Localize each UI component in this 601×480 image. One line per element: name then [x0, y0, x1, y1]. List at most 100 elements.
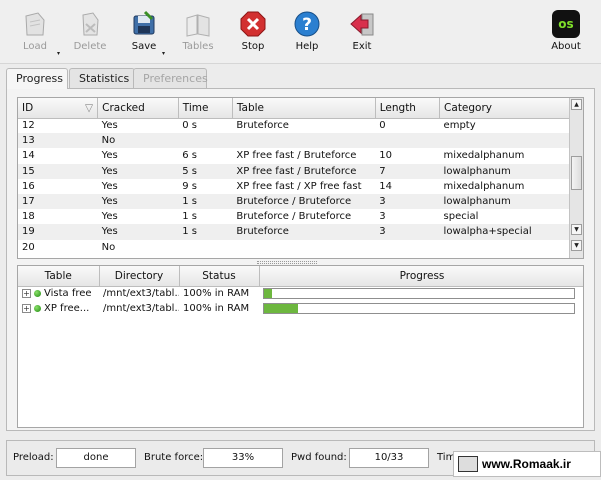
progress-bar	[263, 303, 575, 315]
save-icon	[130, 10, 158, 38]
cell-status: 100% in RAM	[183, 288, 250, 300]
cell-table: + XP free...	[18, 301, 99, 316]
progress-bar	[263, 288, 575, 300]
table-row[interactable]: 18 Yes 1 s Bruteforce / Bruteforce 3 spe…	[18, 209, 583, 224]
cell-progress	[259, 286, 583, 301]
col-header-progress[interactable]: Progress	[259, 266, 583, 287]
tables-progress-header: Table Directory Status Progress	[18, 266, 583, 287]
load-button[interactable]: Load ▾	[8, 6, 62, 60]
cell-length: 10	[379, 150, 392, 162]
cell-length: 7	[375, 163, 440, 179]
scroll-down-arrow-icon[interactable]: ▼	[571, 224, 582, 235]
exit-button[interactable]: Exit	[335, 6, 389, 60]
table-row[interactable]: 16 Yes 9 s XP free fast / XP free fast 1…	[18, 179, 583, 194]
scroll-up-arrow-icon[interactable]: ▲	[571, 99, 582, 110]
table-row[interactable]: 20 No	[18, 240, 583, 255]
table-row[interactable]: 13 No	[18, 133, 583, 149]
col-header-directory[interactable]: Directory	[99, 266, 180, 287]
cell-category: mixedalphanum	[443, 180, 525, 192]
cell-length: 3	[379, 211, 386, 223]
cell-time: 1 s	[178, 224, 233, 240]
about-button[interactable]: os About	[539, 6, 593, 60]
help-label: Help	[295, 41, 319, 52]
scrollbar-thumb[interactable]	[571, 156, 582, 190]
watermark-logo-icon	[458, 456, 478, 472]
table-row[interactable]: + XP free... /mnt/ext3/tabl... 100% in R…	[18, 301, 583, 316]
cell-length: 3	[375, 193, 440, 210]
cell-id: 13	[18, 133, 98, 149]
splitter-handle[interactable]	[257, 261, 317, 264]
cell-category: empty	[443, 120, 476, 132]
load-dropdown-arrow-icon[interactable]: ▾	[57, 50, 60, 57]
cell-cracked: No	[101, 241, 116, 253]
cell-directory: /mnt/ext3/tabl...	[103, 288, 179, 300]
cell-table: Bruteforce / Bruteforce	[236, 211, 352, 223]
save-dropdown-arrow-icon[interactable]: ▾	[162, 50, 165, 57]
tab-preferences[interactable]: Preferences	[133, 68, 208, 88]
about-logo-icon: os	[552, 10, 580, 38]
table-row[interactable]: 15 Yes 5 s XP free fast / Bruteforce 7 l…	[18, 163, 583, 179]
expand-icon[interactable]: +	[22, 304, 31, 314]
cell-id: 18	[22, 211, 35, 223]
delete-button[interactable]: Delete	[63, 6, 117, 60]
col-header-time[interactable]: Time	[178, 98, 233, 119]
about-label: About	[551, 41, 581, 52]
table-name: Vista free	[44, 288, 92, 300]
col-header-status[interactable]: Status	[179, 266, 260, 287]
tab-statistics[interactable]: Statistics	[69, 68, 135, 88]
cell-time: 0 s	[182, 120, 198, 132]
cell-table: Bruteforce / Bruteforce	[232, 193, 376, 210]
exit-icon	[348, 10, 376, 38]
cell-category	[440, 240, 583, 255]
watermark: www.Romaak.ir	[453, 451, 601, 477]
col-id-label: ID	[22, 101, 34, 114]
stop-button[interactable]: Stop	[226, 6, 280, 60]
table-row[interactable]: 12 Yes 0 s Bruteforce 0 empty	[18, 118, 583, 133]
col-header-table[interactable]: Table	[232, 98, 376, 119]
cell-time: 1 s	[182, 211, 198, 223]
cell-cracked: No	[97, 133, 179, 149]
save-button[interactable]: Save ▾	[117, 6, 171, 60]
results-table: ID ▽ Cracked Time Table Length Category …	[17, 97, 584, 259]
status-dot-icon	[34, 305, 41, 313]
delete-label: Delete	[73, 41, 107, 52]
tables-progress-table: Table Directory Status Progress + Vista …	[17, 265, 584, 428]
tables-label: Tables	[182, 41, 214, 52]
cell-time	[178, 133, 233, 149]
table-row[interactable]: 14 Yes 6 s XP free fast / Bruteforce 10 …	[18, 148, 583, 163]
cell-cracked: Yes	[97, 163, 179, 179]
tables-icon	[184, 10, 212, 38]
col-header-category[interactable]: Category	[439, 98, 583, 119]
col-header-id[interactable]: ID ▽	[18, 98, 99, 119]
sort-arrow-icon: ▽	[85, 101, 94, 114]
table-row[interactable]: 19 Yes 1 s Bruteforce 3 lowalpha+special	[18, 224, 583, 240]
cell-category: lowalphanum	[439, 163, 583, 179]
cell-id: 20	[22, 241, 35, 253]
brute-force-label: Brute force:	[144, 452, 204, 463]
scroll-bottom-arrow-icon[interactable]: ▼	[571, 240, 582, 251]
tables-button[interactable]: Tables	[171, 6, 225, 60]
progress-bar-fill	[264, 304, 299, 314]
col-header-length[interactable]: Length	[375, 98, 441, 119]
results-scrollbar[interactable]: ▲ ▼ ▼	[569, 98, 583, 258]
table-row[interactable]: + Vista free /mnt/ext3/tabl... 100% in R…	[18, 286, 583, 301]
cell-length: 14	[379, 180, 392, 192]
tab-progress[interactable]: Progress	[6, 68, 68, 89]
table-row[interactable]: 17 Yes 1 s Bruteforce / Bruteforce 3 low…	[18, 193, 583, 210]
col-header-table[interactable]: Table	[18, 266, 100, 287]
cell-category: mixedalphanum	[443, 150, 525, 162]
cell-length: 3	[375, 224, 440, 240]
expand-icon[interactable]: +	[22, 289, 31, 299]
cell-time: 6 s	[182, 150, 198, 162]
col-header-cracked[interactable]: Cracked	[97, 98, 179, 119]
cell-length	[375, 240, 439, 255]
cell-category: special	[443, 211, 479, 223]
cell-category: lowalphanum	[439, 193, 583, 210]
cell-time: 9 s	[182, 180, 198, 192]
help-icon: ?	[293, 10, 321, 38]
cell-progress	[259, 301, 583, 316]
help-button[interactable]: ? Help	[280, 6, 334, 60]
stop-icon	[239, 10, 267, 38]
cell-table: XP free fast / Bruteforce	[232, 163, 376, 179]
cell-table: XP free fast / XP free fast	[236, 180, 362, 192]
